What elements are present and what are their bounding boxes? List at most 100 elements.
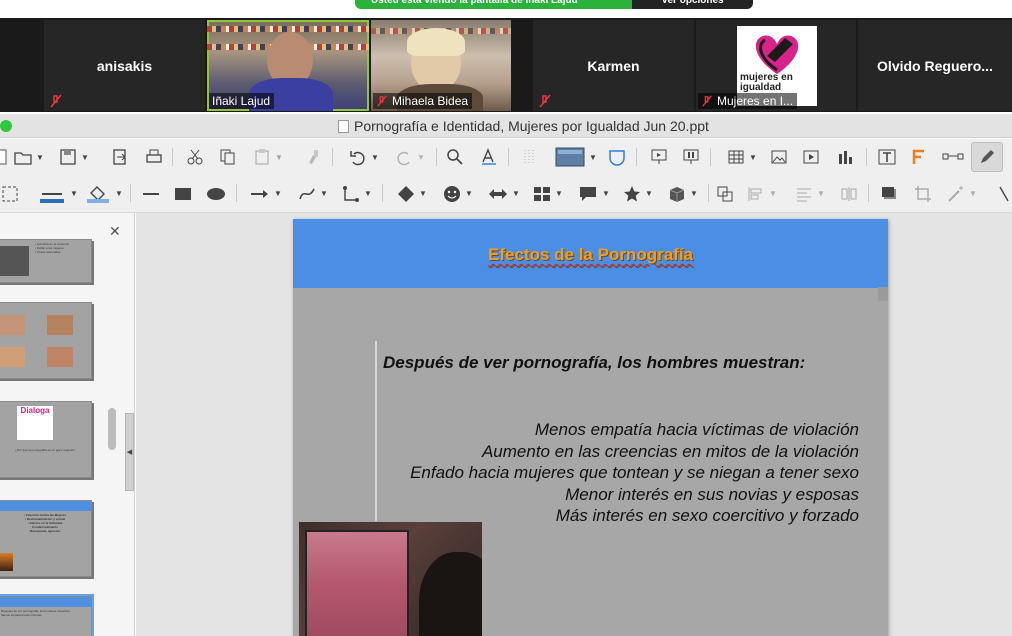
insert-table-button[interactable]: ▼ — [722, 139, 762, 175]
paste-button[interactable]: ▼ — [250, 139, 286, 175]
insert-media-button[interactable] — [800, 139, 822, 175]
standard-toolbar: ▼ ▼ ▼ ▼ ▼ ▼ ▼ — [0, 139, 1012, 175]
insert-chart-button[interactable] — [832, 139, 858, 175]
undo-button[interactable]: ▼ — [346, 139, 382, 175]
align-objects-button[interactable]: ▼ — [744, 175, 780, 212]
folder-icon — [14, 152, 32, 165]
bullet-item: Enfado hacia mujeres que tontean y se ni… — [410, 463, 859, 482]
presentation-icon — [651, 149, 667, 164]
curves-button[interactable]: ▼ — [294, 175, 332, 212]
close-panel-icon[interactable]: ✕ — [109, 223, 121, 240]
window-maximize-button[interactable] — [0, 120, 12, 132]
insert-textbox-button[interactable] — [876, 139, 898, 175]
magic-wand-icon — [948, 185, 964, 202]
slide-title: Efectos de la Pornografía — [488, 245, 693, 264]
spellcheck-icon — [482, 148, 496, 165]
ellipse-icon — [207, 187, 225, 200]
insert-image-button[interactable] — [768, 139, 790, 175]
diamond-icon — [398, 185, 415, 202]
film-icon — [803, 150, 819, 164]
participant-name: Karmen — [587, 58, 640, 74]
transformations-button[interactable] — [714, 175, 736, 212]
line-button[interactable] — [140, 175, 162, 212]
arrange-icon — [797, 188, 812, 201]
redo-button[interactable]: ▼ — [392, 139, 428, 175]
participant-label: Iñaki Lajud — [209, 93, 275, 109]
presentation-current-icon — [683, 149, 699, 164]
participant-tile-active[interactable]: Iñaki Lajud — [207, 20, 369, 111]
rectangle-button[interactable] — [172, 175, 194, 212]
current-slide[interactable]: Efectos de la Pornografía Después de ver… — [293, 219, 888, 636]
participant-tile[interactable]: Olvido Reguero... — [858, 20, 1012, 111]
lines-arrows-button[interactable]: ▼ — [246, 175, 286, 212]
slide-thumbnail[interactable]: • Violencia contra las Mujeres • Deshuma… — [0, 500, 92, 577]
open-button[interactable]: ▼ — [12, 139, 46, 175]
document-icon — [338, 119, 349, 133]
star-icon — [624, 185, 641, 201]
find-replace-button[interactable] — [445, 139, 465, 175]
display-grid-button[interactable] — [520, 139, 540, 175]
copy-button[interactable] — [218, 139, 238, 175]
filter-button[interactable]: ▼ — [942, 175, 982, 212]
symbol-shapes-button[interactable]: ▼ — [436, 175, 480, 212]
share-message: Usted está viendo la pantalla de Iñaki L… — [355, 0, 632, 9]
start-from-current-button[interactable] — [680, 139, 702, 175]
shape-icon — [609, 150, 625, 166]
block-arrows-button[interactable]: ▼ — [482, 175, 526, 212]
arrange-button[interactable]: ▼ — [792, 175, 828, 212]
more-tools-button[interactable] — [998, 175, 1012, 212]
copy-icon — [220, 149, 235, 165]
collapse-panel-button[interactable]: ◀ — [125, 413, 134, 491]
slide-thumbnail[interactable] — [0, 302, 92, 379]
connector-elbow-icon — [343, 185, 360, 202]
3d-objects-button[interactable]: ▼ — [662, 175, 704, 212]
slide-divider — [375, 341, 377, 521]
new-document-button[interactable] — [0, 139, 8, 175]
print-button[interactable] — [144, 139, 164, 175]
redo-icon — [397, 151, 410, 166]
slide-layout-button[interactable]: ▼ — [552, 139, 600, 175]
view-options-button[interactable]: Ver opciones — [632, 0, 753, 9]
basic-shapes-button[interactable]: ▼ — [390, 175, 434, 212]
ellipse-button[interactable] — [204, 175, 228, 212]
sorter-scrollbar[interactable] — [108, 408, 116, 450]
stars-button[interactable]: ▼ — [616, 175, 660, 212]
connector-button[interactable] — [940, 139, 966, 175]
flowchart-button[interactable]: ▼ — [526, 175, 570, 212]
save-button[interactable]: ▼ — [56, 139, 92, 175]
zoom-pan-button[interactable] — [0, 175, 20, 212]
line-color-button[interactable]: ▼ — [36, 175, 80, 212]
callout-shapes-button[interactable]: ▼ — [572, 175, 616, 212]
bullet-item: Menor interés en sus novias y esposas — [565, 484, 859, 504]
distribute-icon — [841, 186, 857, 201]
participant-tile[interactable]: anisakis — [44, 20, 205, 111]
fontwork-icon — [912, 149, 924, 164]
bullet-item: Menos empatía hacia víctimas de violació… — [534, 420, 859, 439]
connectors-button[interactable]: ▼ — [338, 175, 376, 212]
participant-tile[interactable]: Karmen — [533, 20, 694, 111]
slide-thumbnail-selected[interactable]: Después de ver pornografía, los hombres … — [0, 594, 94, 636]
distribute-button[interactable] — [838, 175, 860, 212]
fill-color-button[interactable]: ▼ — [84, 175, 124, 212]
participant-tile[interactable]: Mihaela Bidea — [371, 20, 511, 111]
slide-thumbnail[interactable]: • Aumenta en el consumo • Dañar a las mu… — [0, 239, 92, 283]
crop-icon — [915, 185, 931, 202]
fontwork-button[interactable] — [908, 139, 930, 175]
drawing-toolbar-toggle[interactable] — [971, 142, 1003, 172]
slide-photo — [299, 522, 482, 636]
slide-thumbnail[interactable]: Dialoga ¿Por qué la pornografía es un gr… — [0, 401, 92, 478]
spelling-button[interactable] — [478, 139, 500, 175]
start-from-first-button[interactable] — [648, 139, 670, 175]
slide-sorter-panel: ✕ • Aumenta en el consumo • Dañar a las … — [0, 213, 135, 636]
clipboard-icon — [255, 149, 269, 165]
master-slides-button[interactable] — [606, 139, 628, 175]
shadow-button[interactable] — [878, 175, 900, 212]
participant-label: Mujeres en I... — [698, 93, 798, 109]
cut-button[interactable] — [185, 139, 205, 175]
participant-tile[interactable]: mujeres en igualdad Mujeres en I... — [696, 20, 856, 111]
crop-button[interactable] — [912, 175, 934, 212]
rectangle-icon — [175, 187, 191, 200]
video-strip: anisakis Iñaki Lajud Mihaela Bidea Karme… — [0, 18, 1012, 112]
clone-formatting-button[interactable] — [304, 139, 324, 175]
export-pdf-button[interactable] — [110, 139, 130, 175]
